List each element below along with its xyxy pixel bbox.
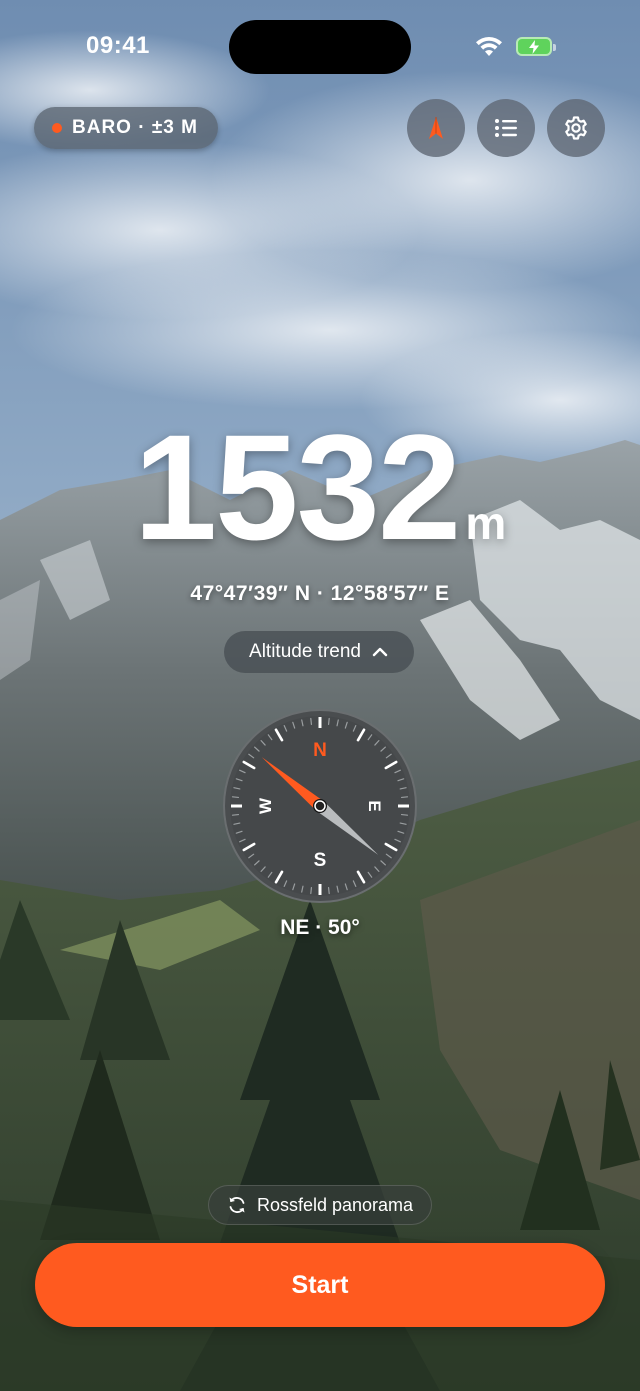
compass-east-label: E [365,800,384,811]
app-screen: 09:41 BARO · ±3 M 1532 m 47°47′39″ N · 1… [0,0,640,1391]
chevron-up-icon [372,647,388,657]
location-label: Rossfeld panorama [256,1194,414,1215]
battery-charging-icon [516,37,556,56]
settings-button[interactable] [547,99,605,157]
refresh-icon [229,1197,245,1213]
list-icon [495,119,517,137]
compass-minor-tick [231,813,240,816]
background-photo [0,0,640,1391]
altitude-readout: 1532 m [0,412,640,562]
compass-arrow-button[interactable] [407,99,465,157]
altitude-value: 1532 [133,403,462,571]
dynamic-island [229,20,411,74]
compass-south-label: S [314,850,327,871]
compass-north-label: N [313,740,327,761]
status-dot-icon [52,123,62,133]
compass-minor-tick [310,717,313,726]
barometer-badge-label: BARO · ±3 M [72,117,198,138]
list-button[interactable] [477,99,535,157]
compass-minor-tick [327,886,330,895]
gear-icon [565,116,587,140]
gps-coordinates: 47°47′39″ N · 12°58′57″ E [190,582,450,605]
location-switch-button[interactable]: Rossfeld panorama [208,1185,432,1225]
status-time: 09:41 [86,32,150,59]
compass-minor-tick [231,796,240,799]
altitude-trend-button[interactable]: Altitude trend [224,631,414,673]
compass-dial[interactable]: N S E W [222,708,418,904]
barometer-badge[interactable]: BARO · ±3 M [34,107,218,149]
navigation-arrow-icon [429,117,443,139]
compass-minor-tick [310,886,313,895]
altitude-unit: m [465,497,507,549]
wifi-icon [474,34,504,58]
altitude-trend-label: Altitude trend [249,641,361,662]
compass-west-label: W [256,797,275,814]
heading-readout: NE · 50° [280,916,360,939]
compass-minor-tick [400,796,409,799]
start-button[interactable]: Start [35,1243,605,1327]
compass-minor-tick [327,717,330,726]
compass-minor-tick [400,813,409,816]
